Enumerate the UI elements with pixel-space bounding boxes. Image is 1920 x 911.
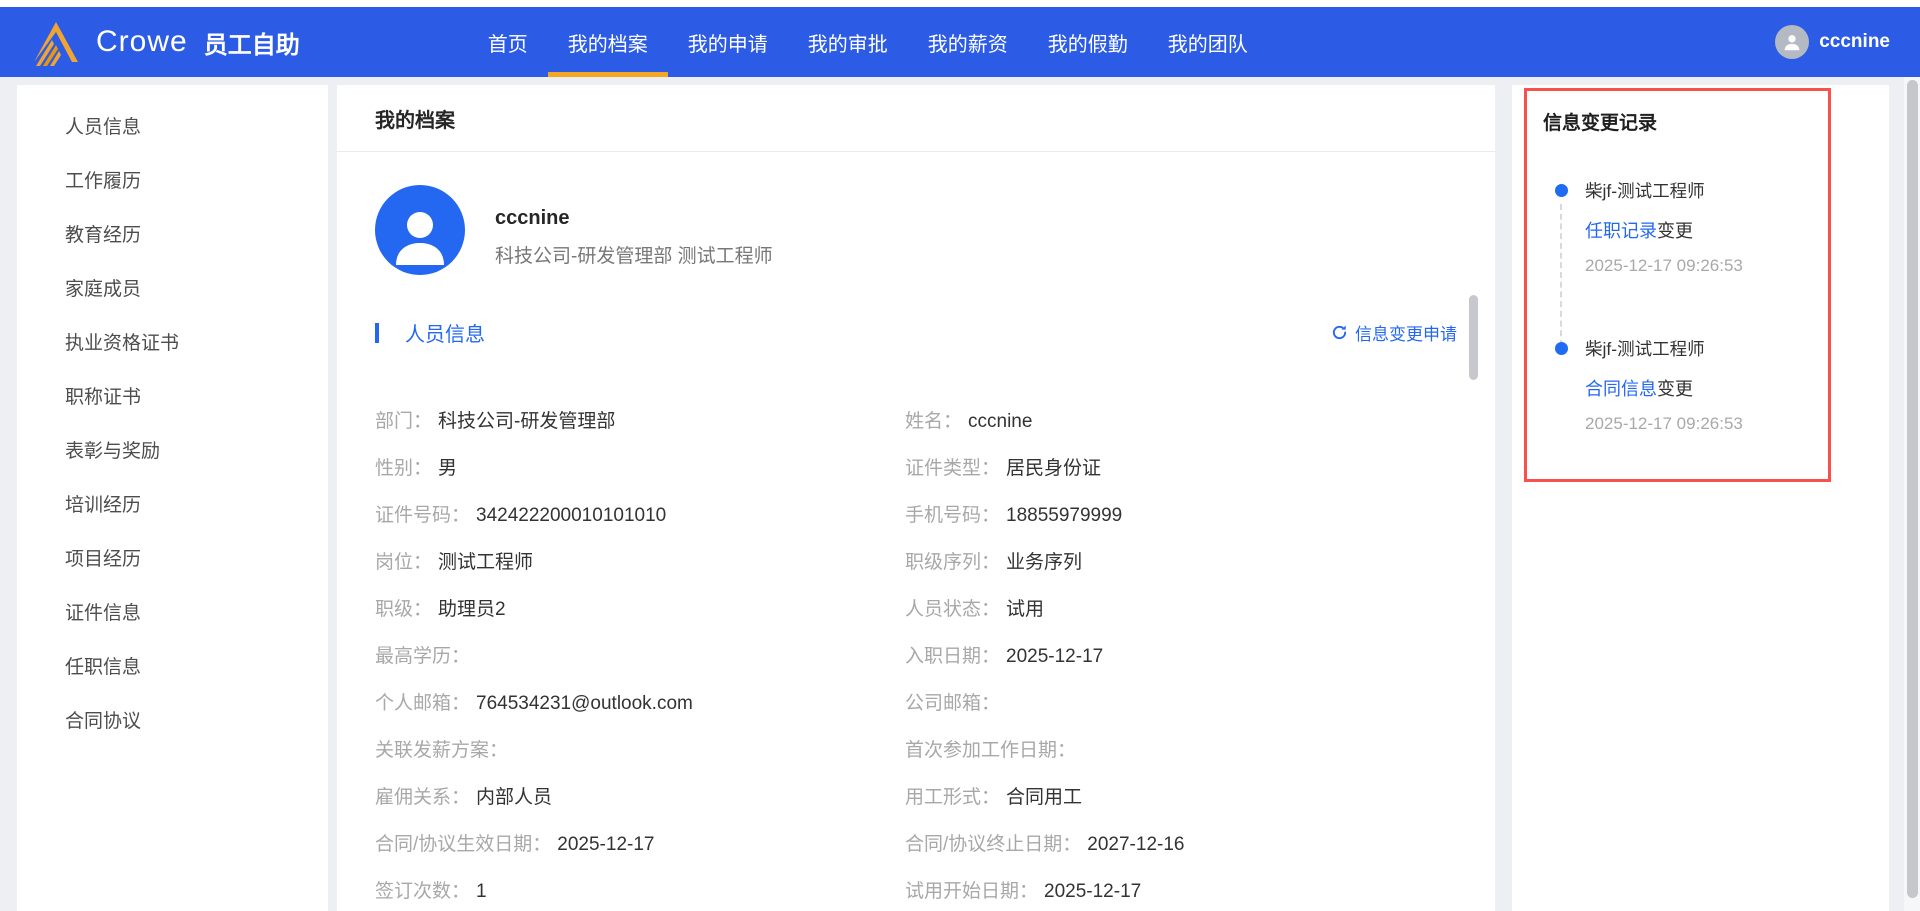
field-first-work-date: 首次参加工作日期： (905, 740, 1077, 761)
field-signing-count: 签订次数： 1 (375, 881, 487, 902)
page-scrollbar-thumb[interactable] (1907, 80, 1918, 898)
sidebar-item-awards[interactable]: 表彰与奖励 (17, 422, 328, 476)
personnel-info-section-header: 人员信息 信息变更申请 (375, 318, 1457, 347)
field-id-number: 证件号码： 342422200010101010 (375, 505, 667, 526)
main-scrollbar-thumb[interactable] (1469, 295, 1478, 380)
field-probation-start: 试用开始日期： 2025-12-17 (905, 881, 1142, 902)
field-hire-date: 入职日期： 2025-12-17 (905, 646, 1104, 667)
nav-item-my-approvals[interactable]: 我的审批 (788, 7, 908, 77)
profile-name: cccnine (495, 207, 570, 229)
sidebar-item-training[interactable]: 培训经历 (17, 476, 328, 530)
entry-change: 合同信息变更 (1585, 375, 1812, 401)
profile-summary: cccnine 科技公司-研发管理部 测试工程师 (337, 152, 1495, 275)
entry-person: 柴jf-测试工程师 (1585, 181, 1705, 201)
info-change-request-label: 信息变更申请 (1355, 325, 1457, 344)
sidebar-item-positions[interactable]: 任职信息 (17, 638, 328, 692)
entry-person: 柴jf-测试工程师 (1585, 339, 1705, 359)
timeline-dot (1555, 342, 1568, 355)
nav-item-my-team[interactable]: 我的团队 (1148, 7, 1268, 77)
info-change-request-link[interactable]: 信息变更申请 (1331, 320, 1457, 345)
brand-name: Crowe (96, 25, 188, 58)
page-content: 人员信息 工作履历 教育经历 家庭成员 执业资格证书 职称证书 表彰与奖励 培训… (0, 77, 1920, 911)
entry-timestamp: 2025-12-17 09:26:53 (1585, 256, 1743, 275)
field-employment-relation: 雇佣关系： 内部人员 (375, 787, 553, 808)
app-title: 员工自助 (203, 31, 300, 59)
change-log-entry: 柴jf-测试工程师 任职记录变更 2025-12-17 09:26:53 (1555, 178, 1812, 346)
field-personal-email: 个人邮箱： 764534231@outlook.com (375, 693, 693, 714)
field-phone: 手机号码： 18855979999 (905, 505, 1123, 526)
field-payroll-plan: 关联发薪方案： (375, 740, 509, 761)
field-company-email: 公司邮箱： (905, 693, 1001, 714)
entry-timestamp: 2025-12-17 09:26:53 (1585, 414, 1743, 433)
field-contract-end: 合同/协议终止日期： 2027-12-16 (905, 834, 1185, 855)
change-log-title: 信息变更记录 (1543, 113, 1658, 134)
main-header: 我的档案 (337, 85, 1495, 152)
sidebar-item-personnel-info[interactable]: 人员信息 (17, 98, 328, 152)
change-log-entry: 柴jf-测试工程师 合同信息变更 2025-12-17 09:26:53 (1555, 336, 1812, 434)
field-personnel-status: 人员状态： 试用 (905, 599, 1045, 620)
brand: Crowe 员工自助 (0, 16, 300, 68)
sidebar-item-education[interactable]: 教育经历 (17, 206, 328, 260)
crowe-logo-icon (34, 22, 78, 66)
field-contract-start: 合同/协议生效日期： 2025-12-17 (375, 834, 655, 855)
main-nav: 首页 我的档案 我的申请 我的审批 我的薪资 我的假勤 我的团队 (468, 7, 1268, 77)
user-menu[interactable]: cccnine (1775, 25, 1890, 59)
change-log-timeline: 柴jf-测试工程师 任职记录变更 2025-12-17 09:26:53 柴jf… (1543, 178, 1812, 434)
page-title: 我的档案 (375, 109, 455, 132)
sidebar-item-work-history[interactable]: 工作履历 (17, 152, 328, 206)
sidebar-item-documents[interactable]: 证件信息 (17, 584, 328, 638)
entry-change-suffix: 变更 (1657, 221, 1693, 241)
field-grade: 职级： 助理员2 (375, 599, 506, 620)
section-title: 人员信息 (405, 324, 485, 346)
refresh-icon (1332, 325, 1347, 340)
field-id-type: 证件类型： 居民身份证 (905, 458, 1102, 479)
field-gender: 性别：男 (375, 458, 458, 479)
field-department: 部门： 科技公司-研发管理部 (375, 411, 616, 432)
profile-avatar-icon (375, 185, 465, 275)
field-grade-sequence: 职级序列： 业务序列 (905, 552, 1083, 573)
sidebar-item-family[interactable]: 家庭成员 (17, 260, 328, 314)
field-name: 姓名： cccnine (905, 411, 1033, 432)
nav-item-my-attendance[interactable]: 我的假勤 (1028, 7, 1148, 77)
entry-change-link[interactable]: 合同信息 (1585, 379, 1657, 399)
top-navbar: Crowe 员工自助 首页 我的档案 我的申请 我的审批 我的薪资 我的假勤 我… (0, 7, 1920, 77)
sidebar-item-contracts[interactable]: 合同协议 (17, 692, 328, 746)
profile-subtitle: 科技公司-研发管理部 测试工程师 (495, 246, 773, 267)
section-accent-bar (375, 322, 379, 343)
user-avatar-icon (1775, 25, 1810, 59)
sidebar-item-practice-certificates[interactable]: 执业资格证书 (17, 314, 328, 368)
nav-item-my-requests[interactable]: 我的申请 (668, 7, 788, 77)
field-employment-type: 用工形式： 合同用工 (905, 787, 1083, 808)
sidebar-item-title-certificates[interactable]: 职称证书 (17, 368, 328, 422)
my-profile-card: 我的档案 cccnine 科技公司-研发管理部 测试工程师 人员信息 信息变更申… (337, 85, 1495, 911)
nav-item-home[interactable]: 首页 (468, 7, 548, 77)
window-top-strip (0, 0, 1920, 7)
entry-change-link[interactable]: 任职记录 (1585, 221, 1657, 241)
nav-item-my-salary[interactable]: 我的薪资 (908, 7, 1028, 77)
sidebar-item-projects[interactable]: 项目经历 (17, 530, 328, 584)
annotation-highlight-box: 信息变更记录 柴jf-测试工程师 任职记录变更 2025-12-17 09:26… (1524, 88, 1831, 482)
nav-item-my-profile[interactable]: 我的档案 (547, 7, 668, 77)
field-position: 岗位： 测试工程师 (375, 552, 534, 573)
personnel-info-fields: 部门： 科技公司-研发管理部 姓名： cccnine 性别：男 证件类型： 居民身份证… (375, 410, 1457, 904)
entry-change-suffix: 变更 (1657, 379, 1693, 399)
profile-sidebar: 人员信息 工作履历 教育经历 家庭成员 执业资格证书 职称证书 表彰与奖励 培训… (17, 85, 328, 911)
field-highest-education: 最高学历： (375, 646, 471, 667)
entry-change: 任职记录变更 (1585, 217, 1812, 243)
profile-text: cccnine 科技公司-研发管理部 测试工程师 (495, 185, 773, 275)
user-name: cccnine (1819, 31, 1890, 52)
page-scrollbar-track (1904, 77, 1920, 911)
change-log-panel: 信息变更记录 柴jf-测试工程师 任职记录变更 2025-12-17 09:26… (1512, 85, 1889, 911)
timeline-dot (1555, 184, 1568, 197)
